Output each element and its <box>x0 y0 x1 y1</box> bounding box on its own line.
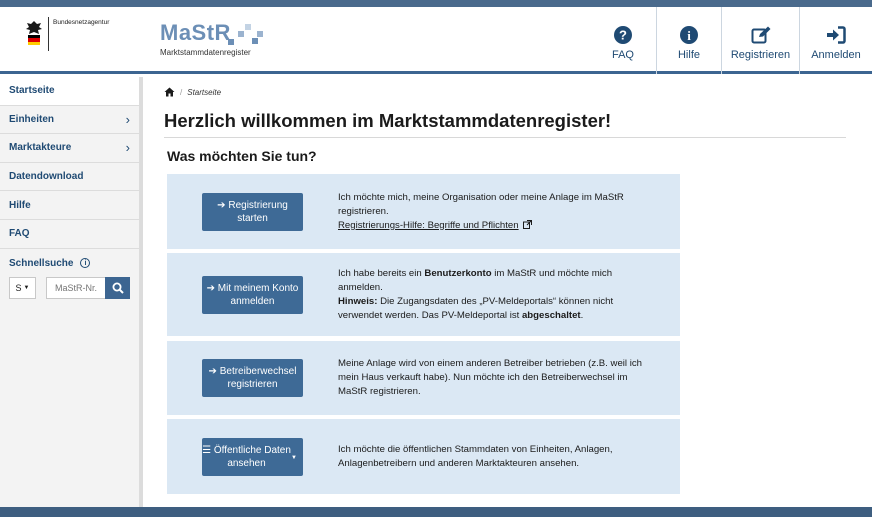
info-circle-icon: i <box>680 24 698 46</box>
page-subtitle: Was möchten Sie tun? <box>167 148 317 164</box>
logo-square <box>245 24 251 30</box>
main-content: / Startseite Herzlich willkommen im Mark… <box>164 77 854 494</box>
logo-square <box>252 38 258 44</box>
card-text-bold: Benutzerkonto <box>424 267 492 279</box>
chevron-right-icon: › <box>125 140 130 156</box>
caret-down-icon: ▼ <box>291 454 297 461</box>
sidebar-item-faq[interactable]: FAQ <box>0 220 139 249</box>
svg-text:i: i <box>687 28 691 43</box>
header-nav: ? FAQ i Hilfe Registrieren Anmelden <box>590 7 872 74</box>
login-button[interactable]: ➔ Mit meinem Konto anmelden <box>202 275 303 314</box>
action-card-register: ➔ Registrierung starten Ich möchte mich,… <box>167 174 680 249</box>
arrow-right-icon: ➔ <box>206 282 218 294</box>
sidebar: Startseite Einheiten › Marktakteure › Da… <box>0 77 143 507</box>
nav-hilfe[interactable]: i Hilfe <box>657 7 722 74</box>
public-data-button[interactable]: ☰ Öffentliche Daten ansehen ▼ <box>202 437 303 476</box>
action-card-login: ➔ Mit meinem Konto anmelden Ich habe ber… <box>167 253 680 336</box>
list-icon: ☰ <box>202 444 214 456</box>
logo-square <box>257 31 263 37</box>
nav-faq-label: FAQ <box>611 49 634 61</box>
svg-text:?: ? <box>619 28 627 43</box>
sidebar-item-label: FAQ <box>9 228 30 240</box>
quicksearch: Schnellsuche i S ▼ <box>0 249 139 308</box>
home-icon[interactable] <box>164 87 175 97</box>
sidebar-item-datendownload[interactable]: Datendownload <box>0 163 139 192</box>
nav-registrieren[interactable]: Registrieren <box>722 7 800 74</box>
registration-help-link[interactable]: Registrierungs-Hilfe: Begriffe und Pflic… <box>338 220 519 231</box>
card-description: Ich möchte mich, meine Organisation oder… <box>338 191 624 217</box>
card-text: Ich habe bereits ein Benutzerkonto im Ma… <box>338 267 658 323</box>
sidebar-item-einheiten[interactable]: Einheiten › <box>0 106 139 135</box>
registration-help-link-label: Registrierungs-Hilfe: Begriffe und Pflic… <box>338 219 519 231</box>
card-description: Meine Anlage wird von einem anderen Betr… <box>338 358 642 397</box>
sidebar-item-label: Datendownload <box>9 171 84 183</box>
sign-in-icon <box>826 24 846 46</box>
top-accent-bar <box>0 0 872 7</box>
edit-icon <box>751 24 771 46</box>
caret-down-icon: ▼ <box>23 284 30 291</box>
sidebar-item-hilfe[interactable]: Hilfe <box>0 191 139 220</box>
eagle-icon <box>24 17 44 55</box>
public-data-button-label: Öffentliche Daten ansehen <box>213 444 291 469</box>
hint-bold: abgeschaltet <box>521 309 581 321</box>
sidebar-item-startseite[interactable]: Startseite <box>0 77 139 106</box>
sidebar-item-label: Startseite <box>9 85 55 97</box>
hint-end: . <box>580 309 584 321</box>
breadcrumb-current: Startseite <box>187 87 222 97</box>
nav-anmelden-label: Anmelden <box>811 49 861 61</box>
nav-hilfe-label: Hilfe <box>677 49 700 61</box>
nav-faq[interactable]: ? FAQ <box>590 7 657 74</box>
agency-name: Bundesnetzagentur <box>53 19 110 26</box>
sidebar-item-marktakteure[interactable]: Marktakteure › <box>0 134 139 163</box>
quicksearch-type-select[interactable]: S ▼ <box>9 276 36 299</box>
arrow-right-icon: ➔ <box>208 366 220 377</box>
sidebar-item-label: Einheiten <box>9 113 55 125</box>
quicksearch-input[interactable] <box>46 276 105 299</box>
card-text: Ich möchte mich, meine Organisation oder… <box>338 191 658 233</box>
search-icon <box>112 282 124 294</box>
page-footer <box>0 507 872 517</box>
logo-divider <box>48 17 49 51</box>
card-description: Ich möchte die öffentlichen Stammdaten v… <box>338 443 613 469</box>
site-header: Bundesnetzagentur MaStR Marktstammdatenr… <box>0 7 872 74</box>
arrow-right-icon: ➔ <box>217 199 229 211</box>
quicksearch-row: S ▼ <box>9 276 130 299</box>
external-link-icon <box>523 219 533 229</box>
operator-change-button[interactable]: ➔ Betreiberwechsel registrieren <box>202 359 303 397</box>
register-start-button-label: Registrierung starten <box>228 199 288 224</box>
quicksearch-button[interactable] <box>105 276 130 299</box>
logo-square <box>228 39 234 45</box>
info-icon[interactable]: i <box>80 258 91 269</box>
quicksearch-heading: Schnellsuche i <box>9 258 130 269</box>
nav-registrieren-label: Registrieren <box>730 49 791 61</box>
agency-logo[interactable]: Bundesnetzagentur <box>24 17 109 55</box>
breadcrumb: / Startseite <box>164 87 854 97</box>
sidebar-item-label: Marktakteure <box>9 142 72 154</box>
question-circle-icon: ? <box>614 24 632 46</box>
sidebar-item-label: Hilfe <box>9 199 31 211</box>
mastr-logo[interactable]: MaStR Marktstammdatenregister <box>160 21 263 57</box>
action-card-operator-change: ➔ Betreiberwechsel registrieren Meine An… <box>167 341 680 415</box>
logo-subtitle: Marktstammdatenregister <box>160 48 251 57</box>
page-title: Herzlich willkommen im Marktstammdatenre… <box>164 110 846 138</box>
logo-square <box>238 31 244 37</box>
login-button-label: Mit meinem Konto anmelden <box>217 282 299 307</box>
nav-anmelden[interactable]: Anmelden <box>800 7 872 74</box>
action-card-public-data: ☰ Öffentliche Daten ansehen ▼ Ich möchte… <box>167 419 680 494</box>
chevron-right-icon: › <box>125 111 130 127</box>
register-start-button[interactable]: ➔ Registrierung starten <box>202 192 303 231</box>
quicksearch-title: Schnellsuche <box>9 257 74 269</box>
operator-change-button-label: Betreiberwechsel registrieren <box>219 366 297 390</box>
card-text-part: Ich habe bereits ein <box>338 267 425 279</box>
breadcrumb-separator: / <box>180 87 183 97</box>
quicksearch-select-value: S <box>15 282 22 293</box>
hint-label: Hinweis: <box>338 295 378 307</box>
